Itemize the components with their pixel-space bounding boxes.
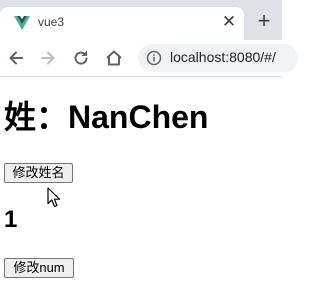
reload-icon — [74, 50, 88, 65]
back-button[interactable] — [6, 48, 26, 68]
tab-strip: vue3 ✕ + — [0, 0, 282, 40]
home-button[interactable] — [104, 48, 124, 68]
page-content: 姓：NanChen 修改姓名 1 修改num — [0, 77, 282, 292]
browser-toolbar: localhost:8080/#/ — [0, 40, 298, 77]
tab-title: vue3 — [38, 15, 65, 29]
change-num-button[interactable]: 修改num — [4, 258, 74, 278]
browser-tab[interactable]: vue3 ✕ — [0, 7, 244, 40]
forward-arrow-icon — [41, 51, 55, 65]
vue-logo-icon — [14, 16, 30, 30]
back-arrow-icon — [9, 51, 23, 65]
home-icon — [106, 50, 122, 66]
tab-close-icon[interactable]: ✕ — [219, 11, 239, 33]
info-icon[interactable] — [146, 50, 162, 66]
forward-button[interactable] — [38, 48, 58, 68]
num-value: 1 — [4, 206, 18, 233]
address-bar[interactable]: localhost:8080/#/ — [138, 44, 298, 72]
new-tab-button[interactable]: + — [253, 9, 275, 33]
url-text[interactable]: localhost:8080/#/ — [170, 49, 276, 65]
change-name-button[interactable]: 修改姓名 — [4, 163, 73, 183]
mouse-cursor-icon — [47, 187, 61, 208]
reload-button[interactable] — [71, 48, 91, 68]
name-heading: 姓：NanChen — [4, 99, 209, 135]
